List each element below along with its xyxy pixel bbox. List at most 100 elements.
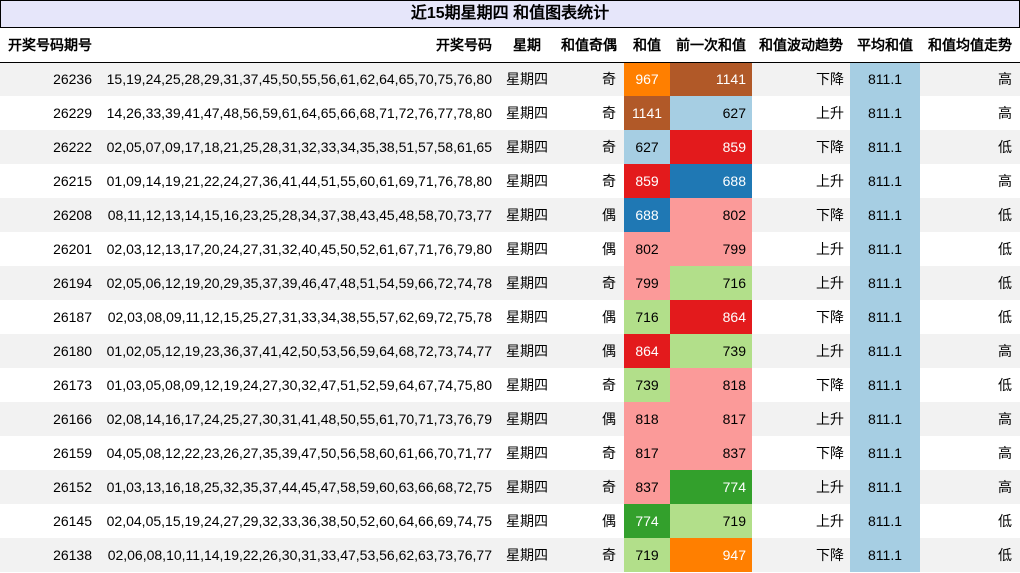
header-odd-even[interactable]: 和值奇偶 <box>554 28 624 63</box>
header-sum[interactable]: 和值 <box>624 28 670 63</box>
cell-prev-sum[interactable]: 947 <box>670 538 752 572</box>
cell-weekday[interactable]: 星期四 <box>500 538 554 572</box>
cell-weekday[interactable]: 星期四 <box>500 300 554 334</box>
cell-avg[interactable]: 811.1 <box>850 334 920 368</box>
cell-issue[interactable]: 26145 <box>0 504 100 538</box>
cell-weekday[interactable]: 星期四 <box>500 164 554 198</box>
cell-issue[interactable]: 26194 <box>0 266 100 300</box>
cell-sum[interactable]: 859 <box>624 164 670 198</box>
header-level[interactable]: 和值均值走势 <box>920 28 1020 63</box>
cell-trend[interactable]: 下降 <box>752 300 850 334</box>
cell-avg[interactable]: 811.1 <box>850 470 920 504</box>
cell-numbers[interactable]: 01,03,13,16,18,25,32,35,37,44,45,47,58,5… <box>100 470 500 504</box>
cell-odd-even[interactable]: 偶 <box>554 334 624 368</box>
cell-trend[interactable]: 下降 <box>752 436 850 470</box>
cell-prev-sum[interactable]: 817 <box>670 402 752 436</box>
cell-level[interactable]: 高 <box>920 470 1020 504</box>
cell-prev-sum[interactable]: 719 <box>670 504 752 538</box>
cell-sum[interactable]: 688 <box>624 198 670 232</box>
cell-issue[interactable]: 26208 <box>0 198 100 232</box>
cell-numbers[interactable]: 02,05,06,12,19,20,29,35,37,39,46,47,48,5… <box>100 266 500 300</box>
cell-numbers[interactable]: 01,09,14,19,21,22,24,27,36,41,44,51,55,6… <box>100 164 500 198</box>
header-weekday[interactable]: 星期 <box>500 28 554 63</box>
cell-numbers[interactable]: 04,05,08,12,22,23,26,27,35,39,47,50,56,5… <box>100 436 500 470</box>
cell-numbers[interactable]: 02,03,12,13,17,20,24,27,31,32,40,45,50,5… <box>100 232 500 266</box>
cell-odd-even[interactable]: 奇 <box>554 164 624 198</box>
cell-avg[interactable]: 811.1 <box>850 62 920 96</box>
cell-odd-even[interactable]: 奇 <box>554 266 624 300</box>
cell-issue[interactable]: 26201 <box>0 232 100 266</box>
cell-level[interactable]: 高 <box>920 164 1020 198</box>
cell-level[interactable]: 低 <box>920 538 1020 572</box>
cell-trend[interactable]: 上升 <box>752 266 850 300</box>
cell-avg[interactable]: 811.1 <box>850 402 920 436</box>
cell-level[interactable]: 低 <box>920 300 1020 334</box>
cell-trend[interactable]: 上升 <box>752 164 850 198</box>
cell-odd-even[interactable]: 偶 <box>554 402 624 436</box>
cell-avg[interactable]: 811.1 <box>850 232 920 266</box>
cell-trend[interactable]: 上升 <box>752 96 850 130</box>
cell-odd-even[interactable]: 奇 <box>554 96 624 130</box>
cell-weekday[interactable]: 星期四 <box>500 266 554 300</box>
cell-numbers[interactable]: 15,19,24,25,28,29,31,37,45,50,55,56,61,6… <box>100 62 500 96</box>
cell-prev-sum[interactable]: 859 <box>670 130 752 164</box>
cell-sum[interactable]: 864 <box>624 334 670 368</box>
cell-sum[interactable]: 774 <box>624 504 670 538</box>
cell-level[interactable]: 高 <box>920 96 1020 130</box>
cell-issue[interactable]: 26222 <box>0 130 100 164</box>
cell-sum[interactable]: 802 <box>624 232 670 266</box>
cell-sum[interactable]: 967 <box>624 62 670 96</box>
cell-trend[interactable]: 上升 <box>752 402 850 436</box>
cell-weekday[interactable]: 星期四 <box>500 402 554 436</box>
cell-sum[interactable]: 716 <box>624 300 670 334</box>
cell-trend[interactable]: 下降 <box>752 130 850 164</box>
cell-odd-even[interactable]: 奇 <box>554 368 624 402</box>
cell-issue[interactable]: 26180 <box>0 334 100 368</box>
cell-avg[interactable]: 811.1 <box>850 96 920 130</box>
cell-avg[interactable]: 811.1 <box>850 198 920 232</box>
header-prev-sum[interactable]: 前一次和值 <box>670 28 752 63</box>
cell-numbers[interactable]: 02,03,08,09,11,12,15,25,27,31,33,34,38,5… <box>100 300 500 334</box>
cell-weekday[interactable]: 星期四 <box>500 436 554 470</box>
cell-sum[interactable]: 739 <box>624 368 670 402</box>
header-issue[interactable]: 开奖号码期号 <box>0 28 100 63</box>
cell-avg[interactable]: 811.1 <box>850 300 920 334</box>
cell-numbers[interactable]: 02,06,08,10,11,14,19,22,26,30,31,33,47,5… <box>100 538 500 572</box>
cell-level[interactable]: 低 <box>920 504 1020 538</box>
cell-trend[interactable]: 上升 <box>752 334 850 368</box>
cell-trend[interactable]: 上升 <box>752 470 850 504</box>
cell-level[interactable]: 低 <box>920 232 1020 266</box>
cell-issue[interactable]: 26215 <box>0 164 100 198</box>
cell-avg[interactable]: 811.1 <box>850 504 920 538</box>
cell-weekday[interactable]: 星期四 <box>500 368 554 402</box>
cell-avg[interactable]: 811.1 <box>850 130 920 164</box>
cell-odd-even[interactable]: 奇 <box>554 538 624 572</box>
cell-level[interactable]: 低 <box>920 198 1020 232</box>
cell-level[interactable]: 高 <box>920 62 1020 96</box>
cell-issue[interactable]: 26236 <box>0 62 100 96</box>
cell-numbers[interactable]: 01,03,05,08,09,12,19,24,27,30,32,47,51,5… <box>100 368 500 402</box>
cell-avg[interactable]: 811.1 <box>850 368 920 402</box>
cell-odd-even[interactable]: 奇 <box>554 130 624 164</box>
cell-sum[interactable]: 1141 <box>624 96 670 130</box>
cell-level[interactable]: 高 <box>920 436 1020 470</box>
cell-prev-sum[interactable]: 1141 <box>670 62 752 96</box>
cell-weekday[interactable]: 星期四 <box>500 130 554 164</box>
cell-numbers[interactable]: 02,05,07,09,17,18,21,25,28,31,32,33,34,3… <box>100 130 500 164</box>
cell-sum[interactable]: 799 <box>624 266 670 300</box>
cell-odd-even[interactable]: 偶 <box>554 232 624 266</box>
cell-prev-sum[interactable]: 818 <box>670 368 752 402</box>
cell-prev-sum[interactable]: 864 <box>670 300 752 334</box>
header-numbers[interactable]: 开奖号码 <box>100 28 500 63</box>
cell-trend[interactable]: 下降 <box>752 198 850 232</box>
cell-odd-even[interactable]: 奇 <box>554 62 624 96</box>
cell-odd-even[interactable]: 偶 <box>554 300 624 334</box>
cell-level[interactable]: 低 <box>920 266 1020 300</box>
cell-prev-sum[interactable]: 688 <box>670 164 752 198</box>
cell-weekday[interactable]: 星期四 <box>500 334 554 368</box>
cell-sum[interactable]: 627 <box>624 130 670 164</box>
cell-numbers[interactable]: 02,04,05,15,19,24,27,29,32,33,36,38,50,5… <box>100 504 500 538</box>
cell-prev-sum[interactable]: 716 <box>670 266 752 300</box>
cell-weekday[interactable]: 星期四 <box>500 62 554 96</box>
cell-numbers[interactable]: 02,08,14,16,17,24,25,27,30,31,41,48,50,5… <box>100 402 500 436</box>
